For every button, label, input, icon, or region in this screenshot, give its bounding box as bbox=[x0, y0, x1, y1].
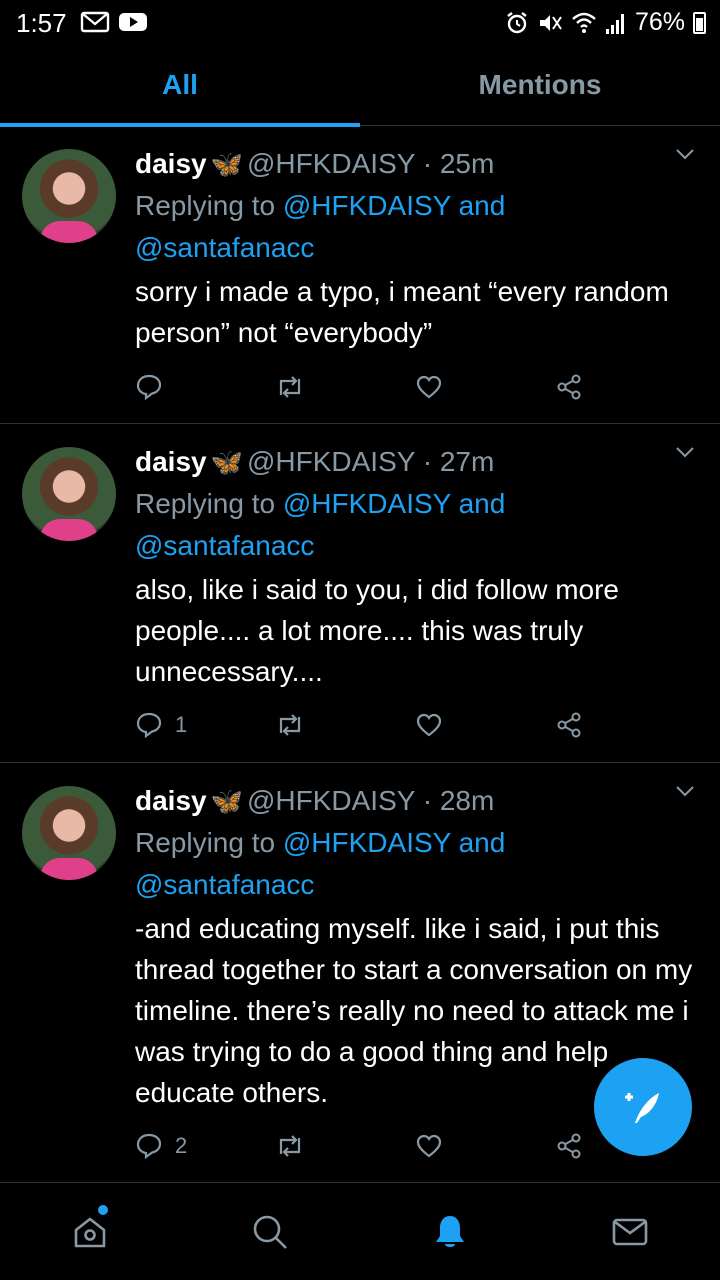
notifications-tabs: All Mentions bbox=[0, 44, 720, 127]
tweet-time: 28m bbox=[439, 785, 495, 816]
compose-feather-icon bbox=[625, 1093, 659, 1123]
status-time: 1:57 bbox=[16, 8, 67, 38]
reply-count: 1 bbox=[175, 712, 188, 737]
reply-button[interactable] bbox=[135, 373, 195, 401]
share-button[interactable] bbox=[555, 711, 615, 739]
display-name[interactable]: daisy bbox=[135, 446, 207, 477]
share-icon bbox=[557, 1133, 581, 1159]
display-name[interactable]: daisy bbox=[135, 785, 207, 816]
new-content-dot bbox=[98, 1205, 108, 1215]
tweet-time: 27m bbox=[439, 446, 495, 477]
share-icon bbox=[557, 374, 581, 400]
heart-icon bbox=[416, 713, 442, 737]
mention-link[interactable]: @santafanacc bbox=[135, 530, 314, 561]
replying-to: Replying to @HFKDAISY and @santafanacc bbox=[135, 488, 506, 561]
share-button[interactable] bbox=[555, 373, 615, 401]
tab-mentions[interactable]: Mentions bbox=[360, 44, 720, 126]
avatar[interactable] bbox=[22, 149, 116, 243]
user-handle[interactable]: @HFKDAISY bbox=[247, 148, 415, 179]
heart-icon bbox=[416, 375, 442, 399]
butterfly-icon: 🦋 bbox=[210, 447, 243, 477]
retweet-button[interactable] bbox=[275, 373, 335, 401]
replying-to: Replying to @HFKDAISY and @santafanacc bbox=[135, 190, 506, 263]
nav-notifications[interactable] bbox=[360, 1183, 540, 1280]
tweet-actions bbox=[135, 373, 615, 401]
retweet-icon bbox=[279, 376, 301, 398]
wifi-icon bbox=[572, 12, 596, 33]
tweet-actions: 1 bbox=[135, 711, 615, 739]
youtube-icon bbox=[119, 13, 147, 31]
home-icon bbox=[74, 1217, 106, 1248]
mention-link[interactable]: @HFKDAISY bbox=[283, 827, 451, 858]
tweet[interactable]: daisy 🦋 @HFKDAISY · 25m Replying to @HFKDA… bbox=[0, 127, 720, 424]
compose-tweet-button[interactable] bbox=[594, 1058, 692, 1156]
mention-link[interactable]: @santafanacc bbox=[135, 232, 314, 263]
notifications-bell-icon bbox=[436, 1216, 464, 1247]
butterfly-icon: 🦋 bbox=[210, 149, 243, 179]
butterfly-icon: 🦋 bbox=[210, 786, 243, 816]
user-handle[interactable]: @HFKDAISY bbox=[247, 446, 415, 477]
avatar[interactable] bbox=[22, 786, 116, 880]
nav-search[interactable] bbox=[180, 1183, 360, 1280]
tweet-actions: 2 bbox=[135, 1132, 615, 1160]
reply-button[interactable]: 2 bbox=[135, 1132, 195, 1160]
reply-count: 2 bbox=[175, 1133, 188, 1158]
reply-icon bbox=[136, 1133, 162, 1160]
mention-link[interactable]: @HFKDAISY bbox=[283, 190, 451, 221]
reply-icon bbox=[136, 374, 162, 401]
nav-messages[interactable] bbox=[540, 1183, 720, 1280]
status-bar: 1:57 76% bbox=[0, 0, 720, 44]
alarm-icon bbox=[507, 11, 527, 33]
tweet-content: daisy 🦋 @HFKDAISY · 27m Replying to @HFKDA… bbox=[135, 443, 700, 692]
retweet-button[interactable] bbox=[275, 1132, 335, 1160]
tab-all[interactable]: All bbox=[0, 44, 360, 127]
tweet-content: daisy 🦋 @HFKDAISY · 25m Replying to @HFKDA… bbox=[135, 145, 700, 353]
retweet-icon bbox=[279, 1135, 301, 1157]
tweet[interactable]: daisy 🦋 @HFKDAISY · 27m Replying to @HFKDA… bbox=[0, 425, 720, 763]
battery-percent: 76% bbox=[634, 8, 685, 36]
status-left-icons bbox=[80, 10, 148, 34]
like-button[interactable] bbox=[415, 711, 475, 739]
like-button[interactable] bbox=[415, 1132, 475, 1160]
replying-to: Replying to @HFKDAISY and @santafanacc bbox=[135, 827, 506, 900]
mention-link[interactable]: @santafanacc bbox=[135, 869, 314, 900]
status-right-icons: 76% bbox=[505, 8, 706, 37]
reply-button[interactable]: 1 bbox=[135, 711, 195, 739]
messages-envelope-icon bbox=[612, 1218, 648, 1246]
tweet-text: also, like i said to you, i did follow m… bbox=[135, 574, 619, 687]
mention-link[interactable]: @HFKDAISY bbox=[283, 488, 451, 519]
nav-home[interactable] bbox=[0, 1183, 180, 1280]
reply-icon bbox=[136, 712, 162, 739]
mute-icon bbox=[539, 14, 562, 31]
tweet-time: 25m bbox=[439, 148, 495, 179]
avatar[interactable] bbox=[22, 447, 116, 541]
tweet-header: daisy 🦋 @HFKDAISY · 27m bbox=[135, 446, 495, 477]
tweet-header: daisy 🦋 @HFKDAISY · 28m bbox=[135, 785, 495, 816]
battery-icon bbox=[693, 11, 706, 34]
display-name[interactable]: daisy bbox=[135, 148, 207, 179]
share-icon bbox=[557, 712, 581, 738]
like-button[interactable] bbox=[415, 373, 475, 401]
user-handle[interactable]: @HFKDAISY bbox=[247, 785, 415, 816]
retweet-icon bbox=[279, 714, 301, 736]
gmail-icon bbox=[80, 11, 110, 33]
heart-icon bbox=[416, 1134, 442, 1158]
tweet-content: daisy 🦋 @HFKDAISY · 28m Replying to @HFKDA… bbox=[135, 782, 700, 1113]
retweet-button[interactable] bbox=[275, 711, 335, 739]
bottom-navigation bbox=[0, 1182, 720, 1280]
signal-icon bbox=[605, 13, 624, 34]
search-icon bbox=[253, 1215, 287, 1249]
tweet-header: daisy 🦋 @HFKDAISY · 25m bbox=[135, 148, 495, 179]
tweet-text: sorry i made a typo, i meant “every rand… bbox=[135, 276, 669, 348]
